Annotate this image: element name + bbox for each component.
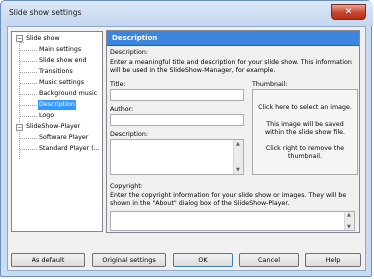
cancel-button[interactable]: Cancel <box>239 253 299 267</box>
description-section-label: Description: <box>110 49 148 56</box>
close-icon: ✕ <box>344 7 353 17</box>
tree-item-standard-player[interactable]: Standard Player (... <box>38 144 101 154</box>
copyright-field[interactable]: ▲ ▼ <box>110 211 355 231</box>
title-label: Title: <box>110 81 126 88</box>
original-settings-button[interactable]: Original settings <box>92 253 166 267</box>
copyright-scrollbar[interactable]: ▲ ▼ <box>344 212 354 230</box>
tree-connector <box>20 42 24 43</box>
tree-connector <box>20 61 37 62</box>
thumbnail-label: Thumbnail: <box>252 81 288 88</box>
tree-connector <box>20 105 37 106</box>
scroll-up-icon[interactable]: ▲ <box>347 212 351 218</box>
panel-header: Description <box>107 31 359 46</box>
tree-item-main-settings[interactable]: Main settings <box>38 45 82 55</box>
as-default-button[interactable]: As default <box>11 253 85 267</box>
author-field[interactable] <box>110 114 244 126</box>
tree-item-transitions[interactable]: Transitions <box>38 67 74 77</box>
tree-connector <box>20 94 37 95</box>
tree-item-software-player[interactable]: Software Player <box>38 133 89 143</box>
copyright-label: Copyright: <box>110 183 143 190</box>
scroll-down-icon[interactable]: ▼ <box>347 224 351 230</box>
tree-connector <box>20 138 37 139</box>
tree-connector <box>19 41 20 127</box>
ok-button[interactable]: OK <box>173 253 233 267</box>
panel-title: Description <box>112 34 158 42</box>
tree-connector <box>19 127 20 159</box>
tree-item-slideshow-player[interactable]: SlideShow-Player <box>25 122 81 132</box>
description-label: Description: <box>110 131 148 138</box>
thumbnail-select-text: Click here to select an image. <box>258 104 352 111</box>
tree-connector <box>20 83 37 84</box>
settings-tree[interactable]: − Slide show Main settings Slide show en… <box>11 31 103 232</box>
copyright-help-text: Enter the copyright information for your… <box>110 192 347 207</box>
thumbnail-remove-text: Click right to remove the thumbnail. <box>265 145 345 160</box>
tree-connector <box>20 72 37 73</box>
dialog-body: − Slide show Main settings Slide show en… <box>7 26 366 271</box>
tree-item-music-settings[interactable]: Music settings <box>38 78 85 88</box>
author-label: Author: <box>110 106 134 113</box>
collapse-icon[interactable]: − <box>16 124 23 131</box>
tree-item-background-music[interactable]: Background music <box>38 89 98 99</box>
tree-item-description[interactable]: Description <box>38 100 76 110</box>
title-field[interactable] <box>110 89 244 101</box>
collapse-icon[interactable]: − <box>16 35 23 42</box>
description-help-text: Enter a meaningful title and description… <box>110 59 352 74</box>
dialog-window: Slide show settings ✕ − Slide show Main … <box>0 0 373 277</box>
title-bar[interactable]: Slide show settings ✕ <box>1 1 373 26</box>
help-button[interactable]: Help <box>305 253 361 267</box>
tree-item-slide-show-end[interactable]: Slide show end <box>38 56 88 66</box>
tree-connector <box>20 50 37 51</box>
description-panel: Description Description: Enter a meaning… <box>106 30 360 233</box>
tree-item-logo[interactable]: Logo <box>38 111 55 121</box>
close-button[interactable]: ✕ <box>331 4 366 20</box>
tree-connector <box>20 149 37 150</box>
window-title: Slide show settings <box>9 8 82 17</box>
scroll-down-icon[interactable]: ▼ <box>236 167 240 173</box>
scroll-up-icon[interactable]: ▲ <box>236 141 240 147</box>
thumbnail-box[interactable]: Click here to select an image. This imag… <box>252 89 358 175</box>
tree-connector <box>20 116 37 117</box>
tree-item-slide-show[interactable]: Slide show <box>25 34 61 44</box>
thumbnail-save-text: This image will be saved within the slid… <box>265 121 345 136</box>
description-scrollbar[interactable]: ▲ ▼ <box>233 140 243 174</box>
description-field[interactable]: ▲ ▼ <box>110 139 244 175</box>
